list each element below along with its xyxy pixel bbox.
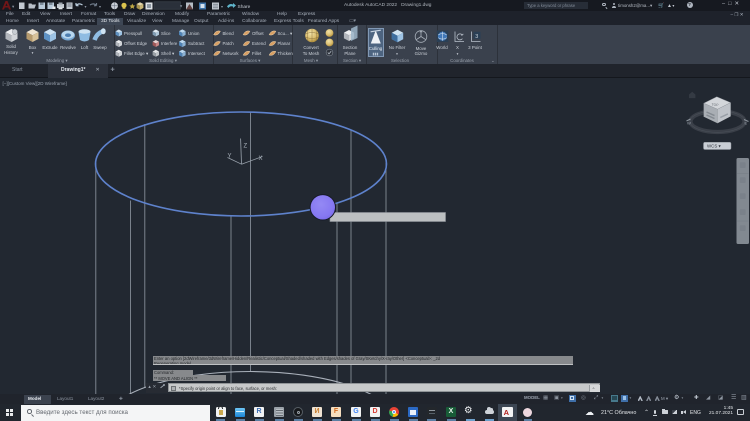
svg-text:▾: ▾ <box>12 4 15 9</box>
svg-text:Share: Share <box>238 4 251 10</box>
svg-text:▾: ▾ <box>85 4 87 9</box>
svg-text:▾: ▾ <box>99 4 101 9</box>
svg-text:W: W <box>687 121 691 126</box>
svg-text:TOP: TOP <box>711 103 719 108</box>
svg-text:▾: ▾ <box>180 4 183 9</box>
svg-text:E: E <box>745 121 748 126</box>
svg-text:WCS ▾: WCS ▾ <box>707 144 721 149</box>
svg-text:▾: ▾ <box>221 4 223 9</box>
svg-text:3: 3 <box>475 34 478 40</box>
